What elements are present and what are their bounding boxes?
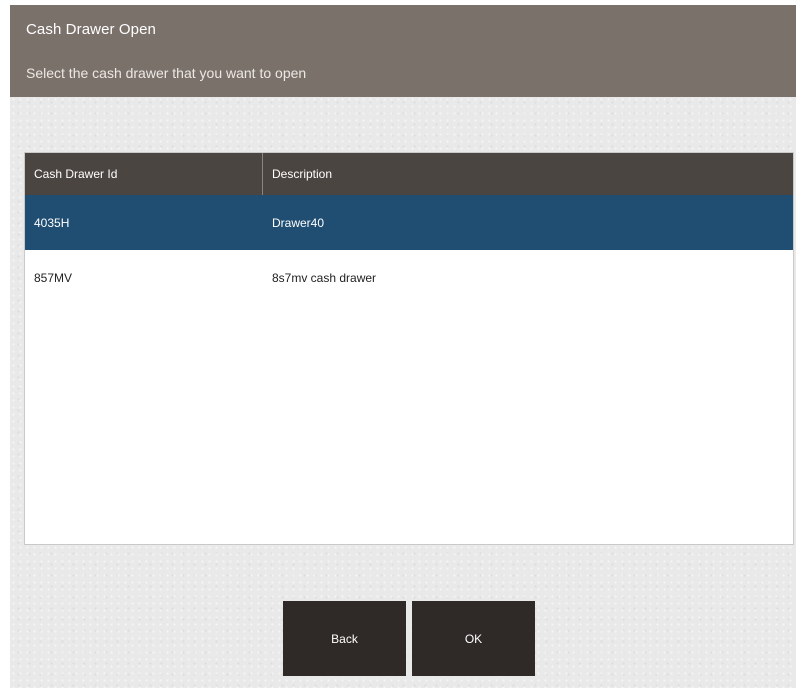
back-button[interactable]: Back — [283, 601, 406, 676]
table-header: Cash Drawer Id Description — [25, 153, 793, 195]
page-title: Cash Drawer Open — [26, 21, 156, 38]
table-row[interactable]: 857MV 8s7mv cash drawer — [25, 250, 793, 305]
cash-drawer-id-cell: 4035H — [34, 215, 70, 230]
description-cell: 8s7mv cash drawer — [272, 270, 377, 285]
description-cell: Drawer40 — [272, 215, 325, 230]
cash-drawer-id-cell: 857MV — [34, 270, 73, 285]
header-bar: Cash Drawer Open Select the cash drawer … — [10, 5, 796, 97]
ok-button[interactable]: OK — [412, 601, 535, 676]
page-subtitle: Select the cash drawer that you want to … — [26, 65, 307, 81]
column-header-cash-drawer-id[interactable]: Cash Drawer Id — [25, 153, 263, 195]
cash-drawer-open-screen: Cash Drawer Open Select the cash drawer … — [10, 5, 796, 688]
table-row[interactable]: 4035H Drawer40 — [25, 195, 793, 250]
cash-drawer-table: Cash Drawer Id Description 4035H Drawer4… — [24, 152, 794, 545]
column-header-description[interactable]: Description — [263, 153, 793, 195]
